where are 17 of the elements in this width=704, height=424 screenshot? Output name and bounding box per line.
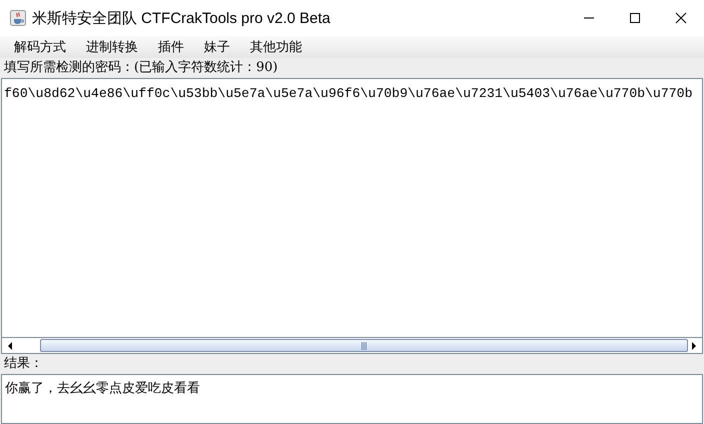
result-text: 你赢了，去幺幺零点皮爱吃皮看看 — [5, 381, 200, 396]
menu-item[interactable]: 其他功能 — [242, 38, 310, 56]
input-label: 填写所需检测的密码：(已输入字符数统计：90) — [3, 59, 278, 77]
input-text: f60\u8d62\u4e86\uff0c\u53bb\u5e7a\u5e7a\u96f6\u70b9\u76ae\u7231\u5403\u76ae\u770b\u770b — [4, 86, 692, 101]
menu-item[interactable]: 进制转换 — [78, 38, 146, 56]
input-text-area[interactable]: f60\u8d62\u4e86\uff0c\u53bb\u5e7a\u5e7a\u96f6\u70b9\u76ae\u7231\u5403\u76ae\u770b\u770b — [1, 78, 703, 338]
window-title: 米斯特安全团队 CTFCrakTools pro v2.0 Beta — [32, 8, 330, 28]
maximize-icon[interactable] — [629, 12, 641, 24]
result-text-area[interactable]: 你赢了，去幺幺零点皮爱吃皮看看 — [1, 374, 703, 424]
scrollbar-thumb[interactable] — [40, 339, 688, 352]
close-icon[interactable] — [675, 12, 687, 24]
menu-item[interactable]: 妹子 — [196, 38, 238, 56]
menu-item[interactable]: 插件 — [150, 38, 192, 56]
java-cup-icon — [10, 10, 26, 26]
result-label: 结果： — [3, 355, 43, 373]
horizontal-scrollbar[interactable] — [1, 338, 703, 354]
menu-item[interactable]: 解码方式 — [6, 38, 74, 56]
